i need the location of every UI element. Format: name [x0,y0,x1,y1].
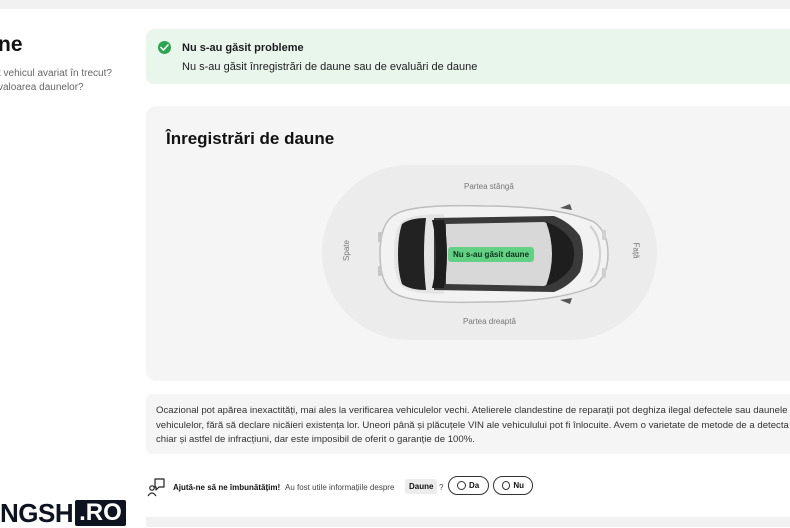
top-bar [0,0,790,9]
watermark-tld: .RO [75,500,126,526]
feedback-topic-tag: Daune [405,479,438,494]
alert-text: Nu s-au găsit înregistrări de daune sau … [182,61,478,73]
feedback-prompt: Ajută-ne să ne îmbunătățim! [173,483,281,492]
label-front: Față [631,242,641,259]
damage-records-title: Înregistrări de daune [166,129,335,148]
frown-icon [502,481,511,490]
no-damage-badge: Nu s-au găsit daune [448,247,535,262]
label-right-side: Partea dreaptă [463,317,516,326]
feedback-yes-label: Da [469,481,480,490]
label-back: Spate [341,240,351,261]
bottom-strip [146,517,790,527]
watermark-main: NGSH [0,498,74,528]
check-circle-icon [158,41,171,54]
damage-records-card: Înregistrări de daune Partea stângă Part… [146,106,790,381]
feedback-question: Au fost utile informațiile despre [285,483,395,492]
watermark-logo: NGSH .RO [0,499,145,527]
alert-title: Nu s-au găsit probleme [182,42,304,54]
label-left-side: Partea stângă [464,182,514,191]
feedback-question-mark: ? [439,483,444,492]
feedback-yes-button[interactable]: Da [448,476,489,495]
smile-icon [457,481,466,490]
feedback-chat-icon [147,478,165,497]
no-problems-alert: Nu s-au găsit probleme Nu s-au găsit înr… [146,29,790,84]
feedback-no-label: Nu [513,481,524,490]
feedback-no-button[interactable]: Nu [493,476,533,495]
section-description: t vehicul avariat în trecut? valoarea da… [0,68,112,93]
section-title: ne [0,33,23,56]
disclaimer-box: Ocazional pot apărea inexactități, mai a… [146,394,790,454]
disclaimer-text: Ocazional pot apărea inexactități, mai a… [156,405,789,445]
feedback-bar: Ajută-ne să ne îmbunătățim! Au fost util… [146,474,790,500]
